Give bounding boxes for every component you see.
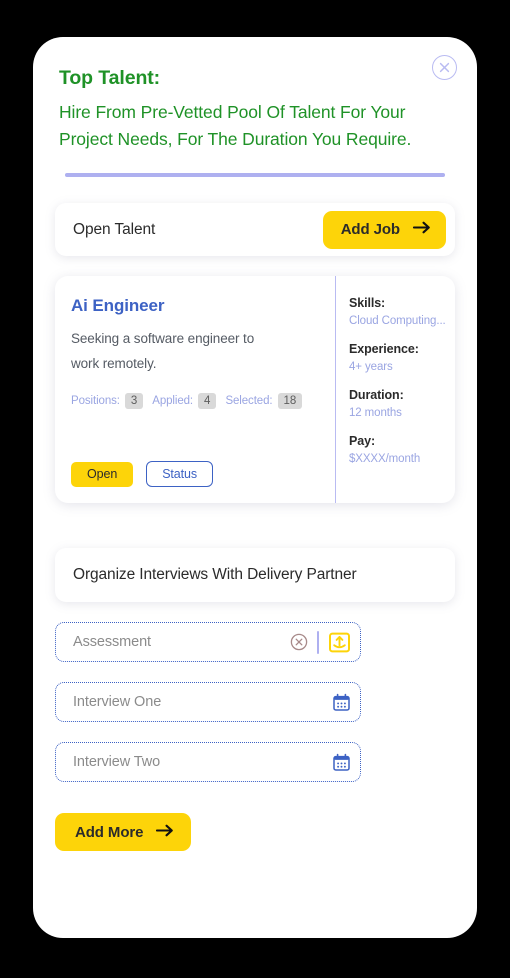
close-circle-icon[interactable]	[432, 55, 457, 80]
experience-label: Experience:	[349, 342, 419, 357]
job-title: Ai Engineer	[71, 296, 165, 316]
field-separator	[316, 630, 319, 654]
stat-positions: Positions: 3	[71, 393, 144, 410]
job-card-main: Ai Engineer Seeking a software engineer …	[55, 276, 335, 503]
skills-label: Skills:	[349, 296, 386, 311]
open-talent-label: Open Talent	[73, 220, 156, 238]
duration-label: Duration:	[349, 388, 404, 403]
job-description: Seeking a software engineer to work remo…	[71, 331, 255, 372]
open-talent-bar: Open Talent Add Job	[55, 203, 455, 257]
organize-interviews-label: Organize Interviews With Delivery Partne…	[73, 566, 357, 584]
add-more-button[interactable]: Add More	[55, 813, 192, 852]
stat-applied-value: 4	[198, 393, 217, 410]
interview-one-placeholder: Interview One	[73, 694, 162, 711]
calendar-icon[interactable]	[332, 753, 351, 772]
job-card[interactable]: Ai Engineer Seeking a software engineer …	[55, 276, 455, 504]
pay-value: $XXXX/month	[349, 453, 421, 466]
experience-value: 4+ years	[349, 361, 393, 374]
assessment-field[interactable]: Assessment	[55, 622, 361, 663]
modal-body: Open Talent Add Job Ai Engineer Seeking …	[33, 203, 477, 885]
stat-selected-value: 18	[277, 393, 303, 410]
stat-selected: Selected: 18	[225, 393, 303, 410]
assessment-field-icons	[290, 630, 352, 654]
job-card-meta: Skills: Cloud Computing... Experience: 4…	[335, 276, 455, 504]
calendar-icon[interactable]	[332, 693, 351, 712]
page-title: Top Talent:	[59, 67, 161, 89]
add-more-label: Add More	[75, 823, 144, 841]
talent-modal: Top Talent: Hire From Pre-Vetted Pool Of…	[33, 37, 477, 938]
status-button[interactable]: Status	[146, 461, 214, 488]
add-job-label: Add Job	[340, 221, 400, 239]
duration-value: 12 months	[349, 407, 402, 420]
device-frame: Top Talent: Hire From Pre-Vetted Pool Of…	[0, 0, 510, 978]
header-divider	[65, 173, 445, 178]
arrow-right-icon	[156, 824, 174, 841]
skills-value: Cloud Computing...	[349, 315, 446, 328]
add-more-container: Add More	[55, 813, 455, 885]
stat-applied: Applied: 4	[152, 393, 217, 410]
add-job-button[interactable]: Add Job	[322, 210, 446, 249]
assessment-placeholder: Assessment	[73, 634, 151, 651]
job-card-actions: Open Status	[71, 437, 319, 488]
upload-icon[interactable]	[328, 631, 351, 654]
remove-circle-icon[interactable]	[290, 633, 308, 651]
stat-applied-label: Applied:	[152, 395, 194, 408]
modal-header: Top Talent: Hire From Pre-Vetted Pool Of…	[33, 37, 477, 178]
stat-positions-value: 3	[124, 393, 144, 410]
interview-two-field[interactable]: Interview Two	[55, 742, 361, 783]
organize-interviews-bar: Organize Interviews With Delivery Partne…	[55, 548, 455, 603]
stat-positions-label: Positions:	[71, 395, 120, 408]
interview-one-field[interactable]: Interview One	[55, 682, 361, 723]
arrow-right-icon	[412, 221, 431, 238]
stat-selected-label: Selected:	[225, 395, 273, 408]
job-stats: Positions: 3 Applied: 4 Selected: 18	[71, 393, 319, 410]
interview-two-placeholder: Interview Two	[73, 754, 161, 771]
pay-label: Pay:	[349, 434, 376, 449]
open-button[interactable]: Open	[71, 461, 134, 487]
page-subtitle: Hire From Pre-Vetted Pool Of Talent For …	[59, 102, 412, 149]
